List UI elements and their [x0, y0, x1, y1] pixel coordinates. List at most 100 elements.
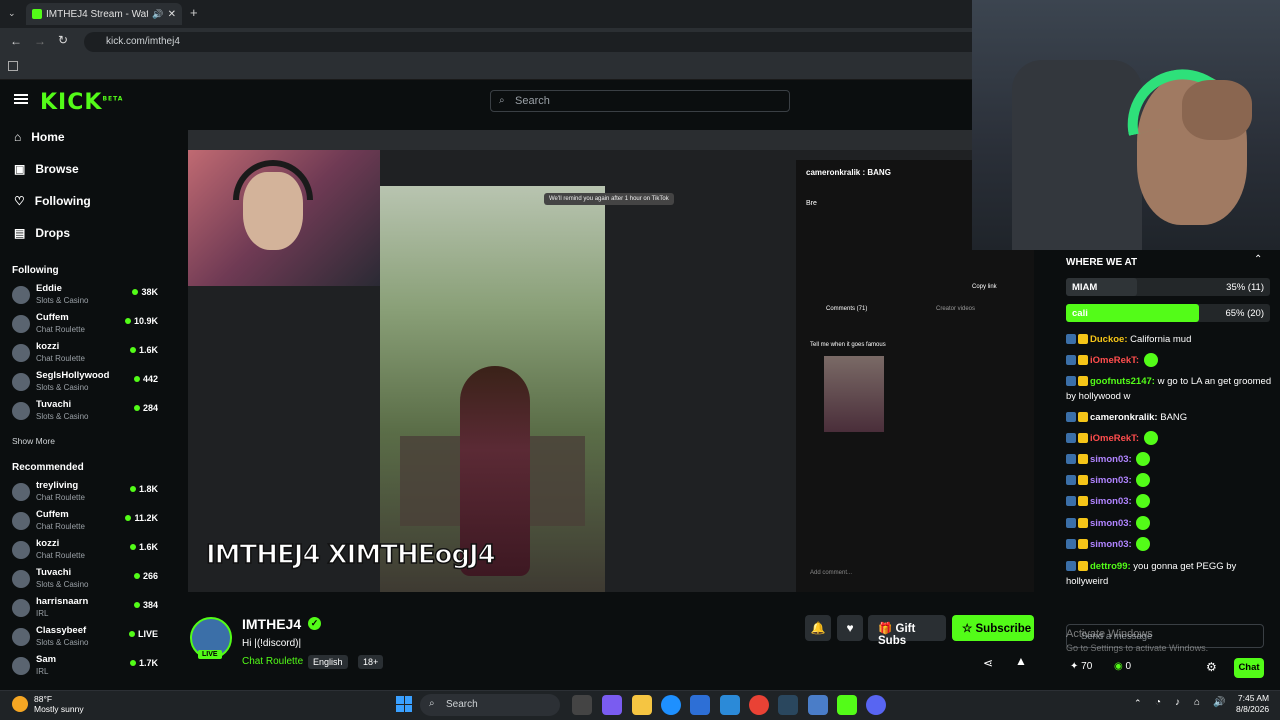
tag-language[interactable]: English — [308, 655, 348, 669]
collapse-icon[interactable]: ⌃ — [1254, 254, 1262, 265]
chat-username[interactable]: simon03: — [1090, 518, 1132, 529]
following-channel[interactable]: Eddie Slots & Casino 38K — [12, 283, 162, 309]
tray-chevron-icon[interactable]: ⌃ — [1134, 698, 1142, 709]
sub-badge-icon — [1066, 496, 1076, 507]
recommended-channel[interactable]: Classybeef Slots & Casino LIVE — [12, 625, 162, 651]
chat-send-button[interactable]: Chat — [1234, 658, 1264, 678]
channel-category: Chat Roulette — [36, 354, 85, 363]
channel-avatar — [12, 373, 30, 391]
nav-browse[interactable]: ▣ Browse — [14, 162, 79, 176]
tray-network-icon[interactable]: ⌂ — [1194, 697, 1200, 708]
copilot-icon[interactable] — [602, 695, 622, 715]
chat-username[interactable]: simon03: — [1090, 496, 1132, 507]
tray-wifi-icon[interactable]: ◔ — [1155, 697, 1161, 708]
following-channel[interactable]: kozzi Chat Roulette 1.6K — [12, 341, 162, 367]
nav-home[interactable]: ⌂ Home — [14, 130, 65, 144]
following-channel[interactable]: Cuffem Chat Roulette 10.9K — [12, 312, 162, 338]
live-dot-icon — [129, 486, 136, 492]
chat-username[interactable]: simon03: — [1090, 539, 1132, 550]
subscribe-button[interactable]: ☆ Subscribe — [952, 615, 1034, 641]
url-field[interactable]: kick.com/imthej4 — [84, 32, 984, 52]
video-inner-browser-tabs — [188, 130, 1034, 150]
browser-tab[interactable]: IMTHEJ4 Stream - Watch Li 🔊 ✕ — [26, 3, 182, 25]
chat-username[interactable]: iOmeRekT: — [1090, 355, 1139, 366]
recommended-channel[interactable]: Sam IRL 1.7K — [12, 654, 162, 680]
chat-username[interactable]: Duckoe: — [1090, 334, 1127, 345]
new-tab-icon[interactable]: + — [190, 5, 198, 20]
verified-icon: ✓ — [308, 617, 321, 630]
notepad-icon[interactable] — [808, 695, 828, 715]
recommended-channel[interactable]: Tuvachi Slots & Casino 266 — [12, 567, 162, 593]
recommended-channel[interactable]: Cuffem Chat Roulette 11.2K — [12, 509, 162, 535]
discord-icon[interactable] — [866, 695, 886, 715]
windows-start-icon[interactable] — [396, 696, 412, 712]
report-icon[interactable]: ▲ — [1015, 654, 1027, 668]
channel-category: Slots & Casino — [36, 296, 89, 305]
channel-avatar — [12, 315, 30, 333]
sub-badge-icon — [1066, 539, 1076, 550]
streamer-name[interactable]: IMTHEJ4 — [242, 616, 301, 632]
nav-drops[interactable]: ▤ Drops — [14, 226, 70, 240]
channel-name: Cuffem — [36, 312, 69, 323]
menu-icon[interactable] — [14, 94, 28, 104]
channel-category: Chat Roulette — [36, 325, 85, 334]
notification-bell-icon[interactable]: 🔔 — [805, 615, 831, 641]
tt-user-line: cameronkralik : BANG — [806, 168, 891, 177]
drops-icon: ▤ — [14, 226, 26, 240]
chat-username[interactable]: iOmeRekT: — [1090, 433, 1139, 444]
forward-icon[interactable]: → — [34, 34, 46, 48]
steam-icon[interactable] — [778, 695, 798, 715]
tray-mic-icon[interactable]: ♪ — [1175, 697, 1180, 708]
taskbar-clock[interactable]: 7:45 AM 8/8/2026 — [1236, 693, 1269, 715]
poll-option-cali[interactable]: cali 65% (20) — [1066, 304, 1270, 322]
chat-username[interactable]: cameronkralik: — [1090, 412, 1158, 423]
store-icon[interactable] — [690, 695, 710, 715]
video-player[interactable]: We'll remind you again after 1 hour on T… — [188, 130, 1034, 592]
tab-list-icon[interactable]: ⌄ — [8, 8, 16, 19]
chat-message: dettro99: you gonna get PEGG by hollywei… — [1066, 559, 1276, 589]
tag-age[interactable]: 18+ — [358, 655, 384, 669]
recommended-channel[interactable]: harrisnaarn IRL 384 — [12, 596, 162, 622]
back-icon[interactable]: ← — [10, 34, 22, 48]
chat-username[interactable]: simon03: — [1090, 454, 1132, 465]
chat-username[interactable]: simon03: — [1090, 475, 1132, 486]
tab-close-icon[interactable]: ✕ — [168, 9, 176, 20]
chrome-icon[interactable] — [749, 695, 769, 715]
poll-option-miam[interactable]: MIAM 35% (11) — [1066, 278, 1270, 296]
edge-icon[interactable] — [661, 695, 681, 715]
share-icon[interactable]: ⋖ — [983, 656, 993, 670]
search-input[interactable]: ⌕ Search — [490, 90, 790, 112]
gift-subs-button[interactable]: 🎁 Gift Subs — [868, 615, 946, 647]
tray-volume-icon[interactable]: 🔊 — [1213, 697, 1225, 708]
weather-widget[interactable]: 88°F Mostly sunny — [34, 694, 84, 714]
chat-zero-count[interactable]: ◉ 0 — [1114, 661, 1131, 672]
reload-icon[interactable]: ↻ — [58, 33, 68, 47]
nav-following[interactable]: ♡ Following — [14, 194, 91, 208]
outlook-icon[interactable] — [720, 695, 740, 715]
following-channel[interactable]: SeglsHollywood Slots & Casino 442 — [12, 370, 162, 396]
recommended-channel[interactable]: treyliving Chat Roulette 1.8K — [12, 480, 162, 506]
live-dot-icon — [129, 544, 136, 550]
chat-username[interactable]: goofnuts2147: — [1090, 376, 1155, 387]
settings-gear-icon[interactable]: ⚙ — [1206, 660, 1217, 674]
file-explorer-icon[interactable] — [632, 695, 652, 715]
apps-grid-icon[interactable] — [8, 61, 18, 71]
taskbar-search[interactable]: ⌕ Search — [420, 694, 560, 716]
nav-label: Drops — [35, 226, 71, 240]
recommended-channel[interactable]: kozzi Chat Roulette 1.6K — [12, 538, 162, 564]
follow-heart-icon[interactable]: ♥ — [837, 615, 863, 641]
chat-message: Duckoe: California mud — [1066, 332, 1276, 347]
channel-category: Chat Roulette — [36, 551, 85, 560]
following-channel[interactable]: Tuvachi Slots & Casino 284 — [12, 399, 162, 425]
heart-icon: ♡ — [14, 194, 25, 208]
channel-viewers: 38K — [132, 287, 158, 297]
chat-username[interactable]: dettro99: — [1090, 561, 1131, 572]
chat-points[interactable]: ✦ 70 — [1070, 661, 1092, 672]
channel-viewers: 284 — [133, 403, 158, 413]
show-more-link[interactable]: Show More — [12, 436, 55, 446]
kick-logo[interactable]: KICKBETA — [40, 90, 123, 115]
crown-badge-icon — [1078, 454, 1088, 465]
task-view-icon[interactable] — [572, 695, 592, 715]
stream-category[interactable]: Chat Roulette — [242, 656, 303, 667]
kick-app-icon[interactable] — [837, 695, 857, 715]
